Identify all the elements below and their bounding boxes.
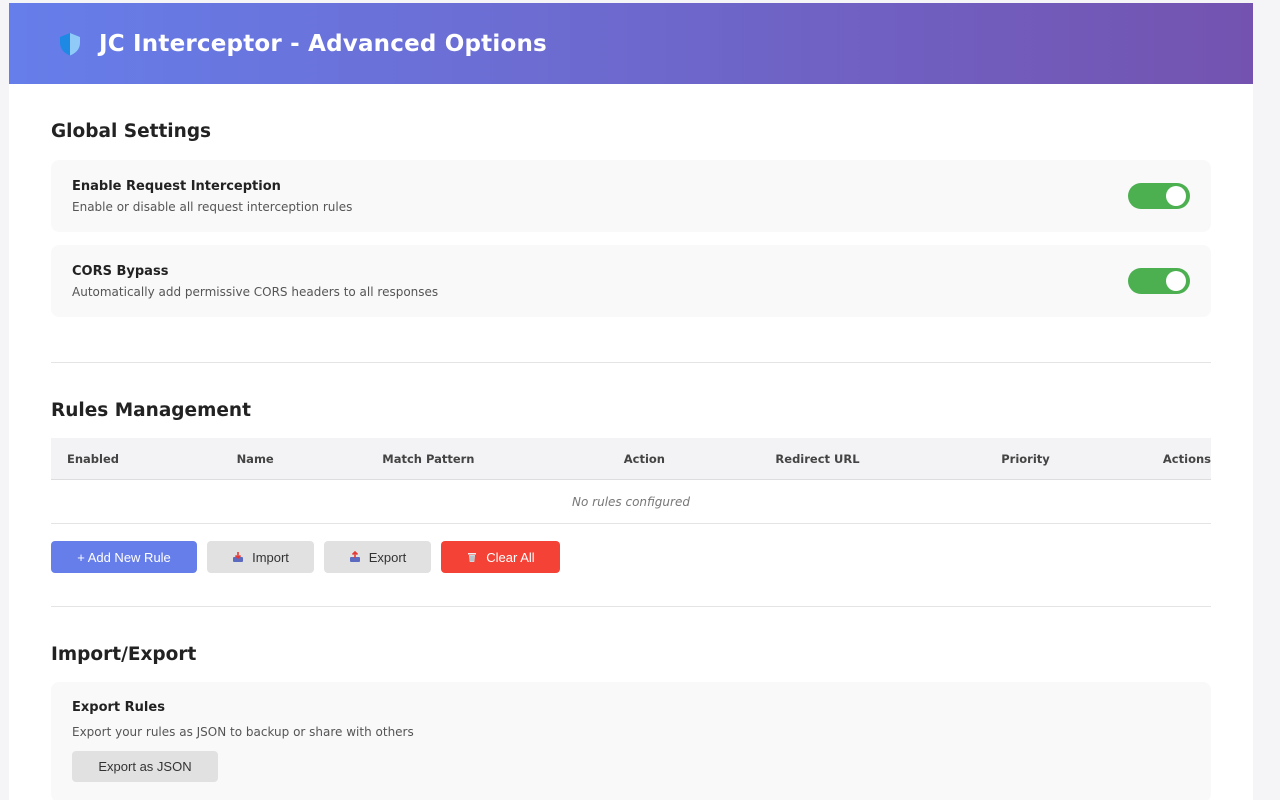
page-title: JC Interceptor - Advanced Options (99, 30, 547, 57)
page-header: JC Interceptor - Advanced Options (9, 3, 1253, 84)
export-button[interactable]: Export (324, 541, 431, 573)
export-rules-title: Export Rules (72, 700, 165, 715)
rules-management-title: Rules Management (51, 400, 251, 421)
setting-title: Enable Request Interception (72, 178, 281, 194)
section-divider (51, 362, 1211, 363)
setting-title: CORS Bypass (72, 263, 169, 279)
shield-icon (57, 31, 83, 57)
inbox-tray-icon (232, 551, 244, 563)
column-enabled: Enabled (51, 438, 221, 480)
export-json-label: Export as JSON (98, 759, 192, 774)
request-interception-toggle[interactable] (1128, 183, 1190, 209)
import-export-title: Import/Export (51, 644, 197, 665)
table-header-row: Enabled Name Match Pattern Action Redire… (51, 438, 1211, 480)
import-button[interactable]: Import (207, 541, 314, 573)
main-content: Global Settings Enable Request Intercept… (9, 121, 1253, 800)
import-label: Import (252, 549, 289, 565)
add-rule-label: + Add New Rule (77, 549, 171, 565)
toggle-knob (1166, 271, 1186, 291)
export-label: Export (368, 549, 407, 565)
column-name: Name (220, 438, 367, 480)
cors-bypass-toggle[interactable] (1128, 268, 1190, 294)
toggle-knob (1166, 186, 1186, 206)
column-redirect-url: Redirect URL (759, 438, 986, 480)
section-divider (51, 606, 1211, 607)
column-actions: Actions (1146, 438, 1211, 480)
export-json-button[interactable]: Export as JSON (72, 751, 218, 782)
column-priority: Priority (985, 438, 1147, 480)
column-match-pattern: Match Pattern (366, 438, 608, 480)
rules-toolbar: + Add New Rule Import Export Clear All (51, 541, 1211, 573)
outbox-tray-icon (349, 551, 361, 563)
empty-rules-message: No rules configured (51, 479, 1211, 524)
setting-text: Enable Request Interception Enable or di… (72, 179, 352, 214)
options-page: JC Interceptor - Advanced Options Global… (9, 3, 1253, 800)
clear-all-label: Clear All (486, 549, 535, 565)
add-rule-button[interactable]: + Add New Rule (51, 541, 197, 573)
global-settings-title: Global Settings (51, 121, 212, 142)
setting-text: CORS Bypass Automatically add permissive… (72, 264, 438, 299)
setting-description: Enable or disable all request intercepti… (72, 199, 353, 214)
setting-request-interception: Enable Request Interception Enable or di… (51, 160, 1211, 232)
trash-icon (466, 551, 478, 563)
setting-cors-bypass: CORS Bypass Automatically add permissive… (51, 245, 1211, 317)
rules-table: Enabled Name Match Pattern Action Redire… (51, 438, 1211, 524)
column-action: Action (607, 438, 760, 480)
export-rules-card: Export Rules Export your rules as JSON t… (51, 682, 1211, 800)
setting-description: Automatically add permissive CORS header… (72, 284, 439, 299)
clear-all-button[interactable]: Clear All (441, 541, 560, 573)
table-row: No rules configured (51, 479, 1211, 524)
export-rules-description: Export your rules as JSON to backup or s… (72, 725, 414, 739)
